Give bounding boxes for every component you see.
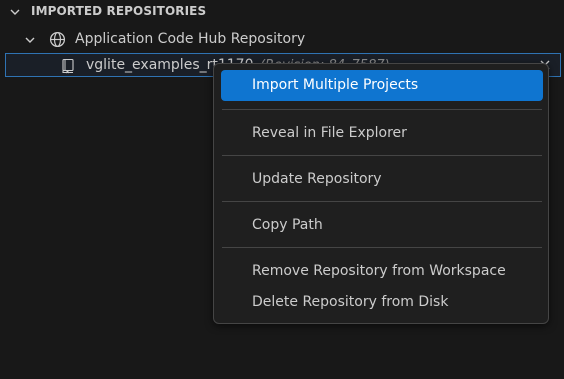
menu-item-reveal-in-file-explorer[interactable]: Reveal in File Explorer xyxy=(221,118,543,149)
tree-item-label: Application Code Hub Repository xyxy=(75,31,306,47)
menu-separator xyxy=(222,155,542,156)
globe-icon xyxy=(49,31,66,48)
section-title: IMPORTED REPOSITORIES xyxy=(31,4,207,18)
menu-separator xyxy=(222,247,542,248)
tree-item-hub-repository[interactable]: Application Code Hub Repository xyxy=(0,28,564,52)
context-menu: Import Multiple Projects Reveal in File … xyxy=(213,63,549,324)
menu-item-label: Reveal in File Explorer xyxy=(252,125,407,141)
menu-item-copy-path[interactable]: Copy Path xyxy=(221,210,543,241)
menu-item-remove-repository-from-workspace[interactable]: Remove Repository from Workspace xyxy=(221,256,543,287)
chevron-down-icon xyxy=(10,9,20,15)
menu-item-import-multiple-projects[interactable]: Import Multiple Projects xyxy=(221,70,543,101)
menu-item-label: Copy Path xyxy=(252,217,323,233)
menu-item-label: Import Multiple Projects xyxy=(252,77,419,93)
explorer-panel: IMPORTED REPOSITORIES Application Code H… xyxy=(0,0,564,379)
chevron-down-icon xyxy=(25,37,35,43)
menu-separator xyxy=(222,109,542,110)
menu-item-label: Remove Repository from Workspace xyxy=(252,263,506,279)
menu-item-label: Delete Repository from Disk xyxy=(252,294,449,310)
menu-separator xyxy=(222,201,542,202)
section-header-imported-repositories[interactable]: IMPORTED REPOSITORIES xyxy=(0,0,564,24)
menu-item-update-repository[interactable]: Update Repository xyxy=(221,164,543,195)
repo-book-icon xyxy=(62,58,74,74)
menu-item-delete-repository-from-disk[interactable]: Delete Repository from Disk xyxy=(221,287,543,318)
menu-item-label: Update Repository xyxy=(252,171,382,187)
